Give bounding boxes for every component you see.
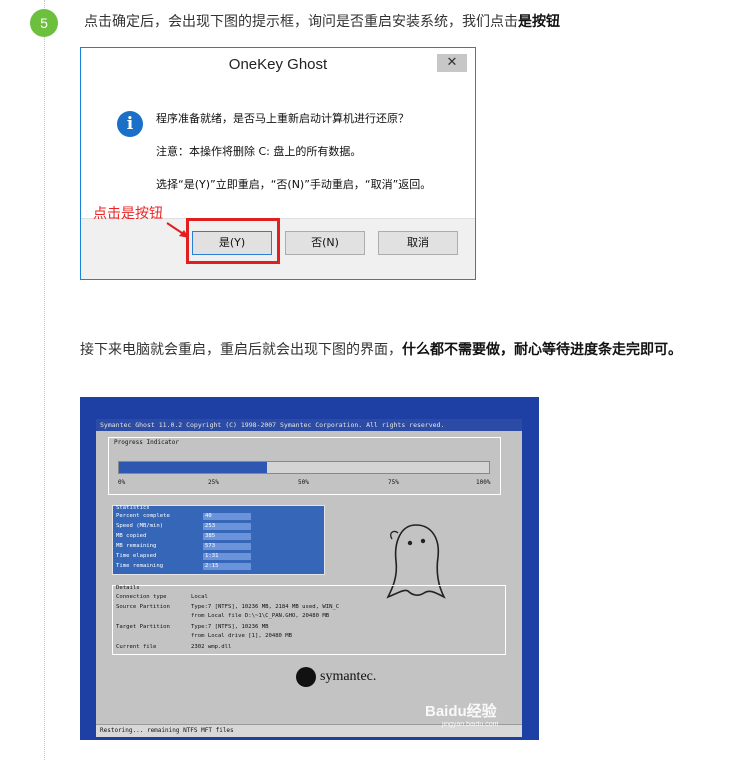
progress-tick: 100% xyxy=(476,479,491,486)
progress-tick: 0% xyxy=(118,479,126,486)
timeline-divider xyxy=(44,0,45,760)
annotation-arrow-icon xyxy=(166,222,189,238)
details-panel: Details Connection type Local Source Par… xyxy=(112,585,506,655)
annotation-label: 点击是按钮 xyxy=(93,206,163,222)
symantec-logo-icon xyxy=(296,667,316,687)
ghost-titlebar: Symantec Ghost 11.0.2 Copyright (C) 1998… xyxy=(96,419,522,431)
symantec-logo: symantec. xyxy=(296,667,406,689)
stat-label: MB remaining xyxy=(116,543,157,549)
details-label: Details xyxy=(116,585,140,591)
dialog-titlebar: OneKey Ghost ✕ xyxy=(81,48,475,82)
paragraph-2-bold: 什么都不需要做，耐心等待进度条走完即可。 xyxy=(402,342,682,358)
onekey-dialog-screenshot: OneKey Ghost ✕ i 程序准备就绪，是否马上重新启动计算机进行还原？… xyxy=(80,47,476,280)
detail-label: Source Partition xyxy=(116,604,170,610)
stat-label: Percent complete xyxy=(116,513,170,519)
statistics-panel: Statistics Percent complete 40 Speed (MB… xyxy=(112,505,325,575)
ghost-status-text: Restoring... remaining NTFS MFT files xyxy=(100,727,234,734)
detail-label: Current file xyxy=(116,644,157,650)
stat-value: 40 xyxy=(203,513,251,520)
info-icon: i xyxy=(117,111,143,137)
close-icon[interactable]: ✕ xyxy=(437,54,467,72)
stat-value: 2:15 xyxy=(203,563,251,570)
dialog-message-line3: 选择“是(Y)”立即重启，“否(N)”手动重启，“取消”返回。 xyxy=(156,178,432,191)
symantec-brand: symantec. xyxy=(320,669,377,684)
detail-label: Target Partition xyxy=(116,624,170,630)
ghost-screenshot: Symantec Ghost 11.0.2 Copyright (C) 1998… xyxy=(80,397,539,740)
stat-label: MB copied xyxy=(116,533,147,539)
detail-value: Type:7 [NTFS], 10236 MB xyxy=(191,624,269,630)
baidu-watermark-url: jingyan.baidu.com xyxy=(442,721,499,728)
stat-value: 253 xyxy=(203,523,251,530)
stat-value: 1:31 xyxy=(203,553,251,560)
dialog-message-line2: 注意：本操作将删除 C: 盘上的所有数据。 xyxy=(156,145,362,158)
progress-bar xyxy=(118,461,490,474)
detail-label: Connection type xyxy=(116,594,167,600)
detail-value: Local xyxy=(191,594,208,600)
statistics-label: Statistics xyxy=(116,505,150,511)
progress-tick: 50% xyxy=(298,479,309,486)
stat-value: 385 xyxy=(203,533,251,540)
stat-label: Speed (MB/min) xyxy=(116,523,164,529)
ghost-title: Symantec Ghost 11.0.2 Copyright (C) 1998… xyxy=(100,421,445,429)
stat-label: Time elapsed xyxy=(116,553,157,559)
step-number-badge: 5 xyxy=(30,9,58,37)
progress-label: Progress Indicator xyxy=(114,439,180,446)
dialog-title: OneKey Ghost xyxy=(228,56,328,73)
step-text-bold: 是按钮 xyxy=(518,14,560,30)
ghost-window: Symantec Ghost 11.0.2 Copyright (C) 1998… xyxy=(96,419,522,737)
no-button[interactable]: 否(N) xyxy=(285,231,365,255)
progress-tick: 75% xyxy=(388,479,399,486)
step-text: 点击确定后，会出现下图的提示框，询问是否重启安装系统，我们点击是按钮 xyxy=(84,11,560,33)
stat-value: 573 xyxy=(203,543,251,550)
detail-value: Type:7 [NTFS], 10236 MB, 2184 MB used, W… xyxy=(191,604,340,610)
progress-tick: 25% xyxy=(208,479,219,486)
dialog-message-line1: 程序准备就绪，是否马上重新启动计算机进行还原？ xyxy=(156,112,409,125)
cancel-button[interactable]: 取消 xyxy=(378,231,458,255)
paragraph-2: 接下来电脑就会重启，重启后就会出现下图的界面，什么都不需要做，耐心等待进度条走完… xyxy=(80,337,700,364)
baidu-watermark: Baidu经验 xyxy=(425,703,497,720)
step-text-normal: 点击确定后，会出现下图的提示框，询问是否重启安装系统，我们点击 xyxy=(84,14,518,30)
detail-value: from Local drive [1], 20480 MB xyxy=(191,633,293,639)
paragraph-2-normal: 接下来电脑就会重启，重启后就会出现下图的界面， xyxy=(80,342,402,358)
detail-value: 2302 wmp.dll xyxy=(191,644,232,650)
stat-label: Time remaining xyxy=(116,563,164,569)
highlight-box xyxy=(186,218,280,264)
detail-value: from Local file D:\~1\C_PAN.GHO, 20480 M… xyxy=(191,613,330,619)
progress-fill xyxy=(119,462,267,473)
